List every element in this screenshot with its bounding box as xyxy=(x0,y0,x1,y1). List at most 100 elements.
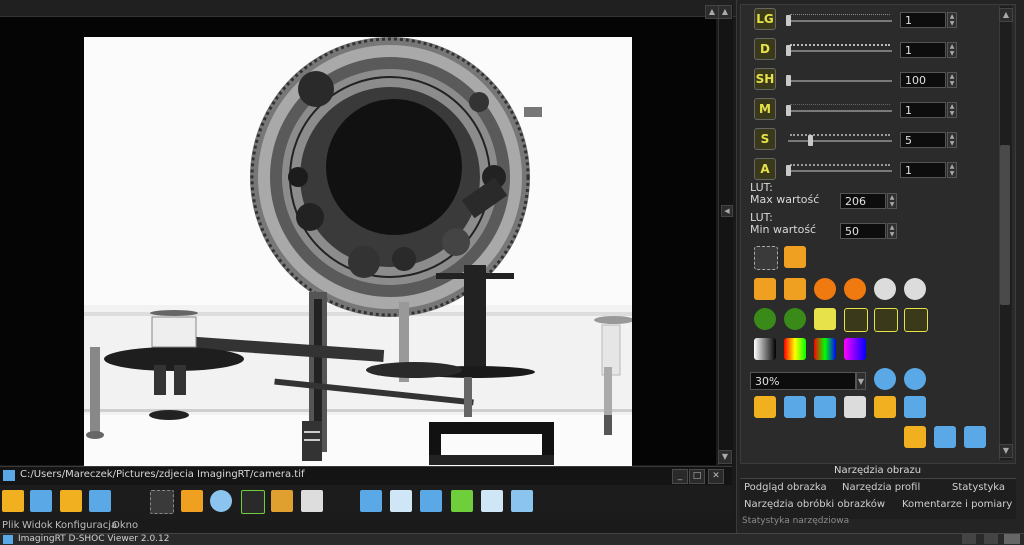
a-thumb[interactable] xyxy=(786,165,791,176)
magenta-lut-icon[interactable] xyxy=(844,338,866,360)
info-icon[interactable] xyxy=(874,368,896,390)
zoom-select[interactable]: 30% xyxy=(750,372,856,390)
sh-track[interactable] xyxy=(788,80,892,82)
lg-button[interactable]: LG xyxy=(754,8,776,30)
lut-min-value[interactable]: 50 xyxy=(840,223,886,239)
sh-thumb[interactable] xyxy=(786,75,791,86)
window-arrow-icon[interactable] xyxy=(511,490,533,512)
scroll-up-arrow[interactable]: ▲ xyxy=(718,5,732,19)
m-value[interactable]: 1 xyxy=(900,102,946,118)
brush-plus-icon[interactable] xyxy=(784,278,806,300)
grayscale-lut-icon[interactable] xyxy=(754,338,776,360)
zoom-in-icon[interactable] xyxy=(904,368,926,390)
panel-collapse-arrow[interactable]: ◀ xyxy=(721,205,733,217)
tab-obrobka[interactable]: Narzędzia obróbki obrazków xyxy=(744,499,885,510)
lg-spinner[interactable]: ▲ ▼ xyxy=(947,12,957,28)
tools-scrollbar-thumb[interactable] xyxy=(1000,145,1010,305)
export-icon[interactable] xyxy=(904,396,926,418)
maximize-button[interactable]: □ xyxy=(689,469,705,484)
tab-komentarze[interactable]: Komentarze i pomiary xyxy=(902,499,1012,510)
app-maximize-button[interactable] xyxy=(984,534,998,544)
d-button[interactable]: D xyxy=(754,38,776,60)
open-folder-icon[interactable] xyxy=(2,490,24,512)
a-spinner[interactable]: ▲ ▼ xyxy=(947,162,957,178)
tools-scroll-up[interactable]: ▲ xyxy=(999,8,1013,22)
sh-spinner[interactable]: ▲ ▼ xyxy=(947,72,957,88)
d-value[interactable]: 1 xyxy=(900,42,946,58)
rainbow-lut-icon[interactable] xyxy=(814,338,836,360)
menu-plik[interactable]: Plik xyxy=(2,520,19,531)
open-icon[interactable] xyxy=(754,396,776,418)
pencil-icon[interactable] xyxy=(271,490,293,512)
a-button[interactable]: A xyxy=(754,158,776,180)
save-icon[interactable] xyxy=(30,490,52,512)
m-button[interactable]: M xyxy=(754,98,776,120)
open-file-icon[interactable] xyxy=(60,490,82,512)
tab-narzedzia-profil[interactable]: Narzędzia profil xyxy=(842,482,920,493)
tools-scroll-down[interactable]: ▼ xyxy=(999,444,1013,458)
s-thumb[interactable] xyxy=(808,135,813,146)
minimize-button[interactable]: _ xyxy=(672,469,688,484)
sun-icon[interactable] xyxy=(814,278,836,300)
a-value[interactable]: 1 xyxy=(900,162,946,178)
d-spinner[interactable]: ▲ ▼ xyxy=(947,42,957,58)
lut-max-value[interactable]: 206 xyxy=(840,193,886,209)
lut-max-spinner[interactable]: ▲ ▼ xyxy=(887,193,897,209)
sh-button[interactable]: SH xyxy=(754,68,776,90)
fit-view-icon[interactable] xyxy=(451,490,473,512)
layers-icon[interactable] xyxy=(360,490,382,512)
d-track[interactable] xyxy=(788,50,892,52)
folder-save-icon[interactable] xyxy=(904,426,926,448)
menu-konfiguracja[interactable]: Konfiguracja xyxy=(55,520,117,531)
rotate-small-icon[interactable] xyxy=(874,308,898,332)
brush-icon[interactable] xyxy=(754,278,776,300)
window-view-icon[interactable] xyxy=(481,490,503,512)
color-lut-icon[interactable] xyxy=(784,338,806,360)
save-as-icon[interactable] xyxy=(89,490,111,512)
contrast-icon[interactable] xyxy=(874,278,896,300)
m-track[interactable] xyxy=(788,110,892,112)
split-vertical-icon[interactable] xyxy=(390,490,412,512)
flip-vertical-icon[interactable] xyxy=(814,308,836,330)
menu-okno[interactable]: Okno xyxy=(112,520,138,531)
print-icon[interactable] xyxy=(844,396,866,418)
rotate-left-icon[interactable] xyxy=(754,308,776,330)
s-value[interactable]: 5 xyxy=(900,132,946,148)
edit-image-icon[interactable] xyxy=(150,490,174,514)
close-button[interactable]: ✕ xyxy=(708,469,724,484)
save-copy-icon[interactable] xyxy=(814,396,836,418)
a-track[interactable] xyxy=(788,170,892,172)
sh-value[interactable]: 100 xyxy=(900,72,946,88)
zoom-dropdown-arrow[interactable]: ▼ xyxy=(856,372,866,390)
add-tool-icon[interactable] xyxy=(784,246,806,268)
s-button[interactable]: S xyxy=(754,128,776,150)
lut-min-spinner[interactable]: ▲ ▼ xyxy=(887,223,897,239)
app-minimize-button[interactable] xyxy=(962,534,976,544)
rotate-right-icon[interactable] xyxy=(784,308,806,330)
menu-widok[interactable]: Widok xyxy=(22,520,53,531)
adjust-icon[interactable] xyxy=(181,490,203,512)
contrast-plus-icon[interactable] xyxy=(904,278,926,300)
m-thumb[interactable] xyxy=(786,105,791,116)
scroll-up-button[interactable]: ▲ xyxy=(705,5,719,19)
xray-image[interactable] xyxy=(84,37,632,479)
disk-copy-icon[interactable] xyxy=(964,426,986,448)
app-close-button[interactable] xyxy=(1004,534,1020,544)
viewport-scrollbar[interactable] xyxy=(718,5,733,465)
sun-plus-icon[interactable] xyxy=(844,278,866,300)
zoom-icon[interactable] xyxy=(210,490,232,512)
tab-podglad[interactable]: Podgląd obrazka xyxy=(744,482,827,493)
s-spinner[interactable]: ▲ ▼ xyxy=(947,132,957,148)
scroll-down-arrow[interactable]: ▼ xyxy=(718,450,732,464)
folder-icon[interactable] xyxy=(874,396,896,418)
edit-tool-icon[interactable] xyxy=(754,246,778,270)
tab-statystyka[interactable]: Statystyka xyxy=(952,482,1005,493)
disk-icon[interactable] xyxy=(934,426,956,448)
chart-icon[interactable] xyxy=(241,490,265,514)
lg-thumb[interactable] xyxy=(786,15,791,26)
s-track[interactable] xyxy=(788,140,892,142)
lg-track[interactable] xyxy=(788,20,892,22)
reset-icon[interactable] xyxy=(904,308,928,332)
mirror-icon[interactable] xyxy=(844,308,868,332)
notes-icon[interactable] xyxy=(301,490,323,512)
